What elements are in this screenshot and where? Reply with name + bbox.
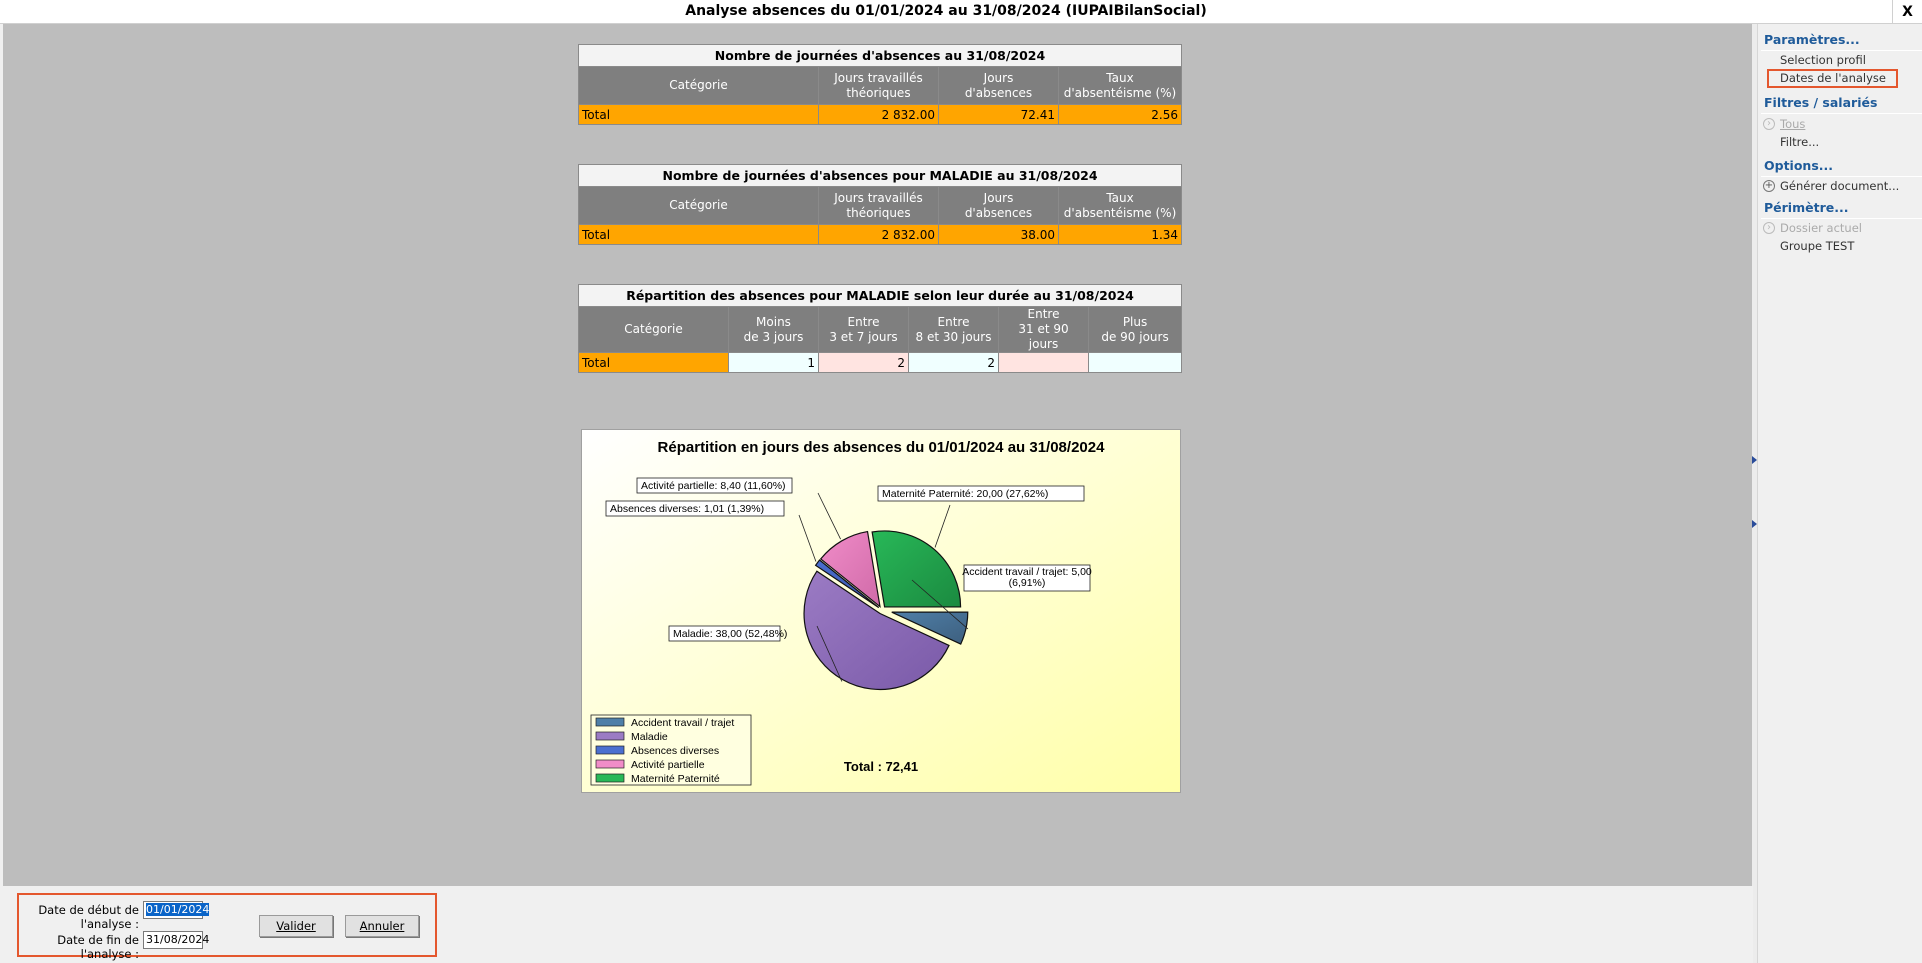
column-header: Jours d'absences [938,66,1059,105]
analysis-dates-link[interactable]: Dates de l'analyse [1780,71,1886,85]
validate-button[interactable]: Valider [259,915,333,937]
window-title-bar: Analyse absences du 01/01/2024 au 31/08/… [0,0,1922,24]
column-header: Moins de 3 jours [728,306,819,353]
legend-swatch [595,731,625,741]
all-employees-link[interactable]: Tous [1780,117,1805,131]
column-header: Jours travaillés théoriques [818,186,939,225]
end-date-label: Date de fin de l'analyse : [57,933,139,961]
close-button[interactable]: X [1892,0,1922,24]
slice-label-text: Maternité Paternité: 20,00 (27,62%) [882,488,1048,500]
total-cell [1087,352,1183,373]
params-section-title[interactable]: Paramètres... [1764,32,1860,47]
total-cell: 2.56 [1058,104,1182,125]
cancel-button[interactable]: Annuler [345,915,419,937]
end-date-input[interactable]: 31/08/2024 [143,931,209,949]
total-label: Total [578,104,819,125]
column-header: Catégorie [578,306,729,353]
date-range-box: Date de début de l'analyse : 01/01/2024 … [17,893,437,961]
column-header: Entre 31 et 90 jours [998,306,1089,353]
total-label: Total [578,224,819,245]
table-caption: Nombre de journées d'absences pour MALAD… [577,164,1183,187]
slice-label-text: Maladie: 38,00 (52,48%) [673,628,787,640]
legend-label: Accident travail / trajet [631,717,734,729]
cancel-label: Annuler [359,919,405,933]
selection-profile-link[interactable]: Selection profil [1780,53,1866,67]
play-circle-icon: › [1763,118,1775,130]
validate-label: Valider [276,919,316,933]
total-cell: 1.34 [1057,224,1183,245]
table-caption: Répartition des absences pour MALADIE se… [577,284,1183,307]
test-group-link[interactable]: Groupe TEST [1780,239,1854,253]
column-header: Taux d'absentéisme (%) [1058,66,1182,105]
legend-swatch [595,745,625,755]
filter-link[interactable]: Filtre... [1780,135,1819,149]
generate-document-link[interactable]: Générer document... [1780,179,1899,193]
legend-label: Activité partielle [631,759,705,771]
total-cell: 72.41 [938,104,1059,125]
total-label: Total [578,352,729,373]
start-date-value: 01/01/2024 [146,903,210,916]
total-cell: 2 832.00 [818,224,939,245]
plus-circle-icon: + [1763,180,1775,192]
start-date-input[interactable]: 01/01/2024 [143,901,210,919]
column-header: Entre 3 et 7 jours [818,306,909,353]
column-header: Entre 8 et 30 jours [908,306,999,353]
legend-label: Absences diverses [631,745,719,757]
total-cell: 2 [908,352,999,373]
column-header: Jours travaillés théoriques [818,66,939,105]
total-cell: 2 [818,352,909,373]
pie-chart: Répartition en jours des absences du 01/… [581,429,1181,793]
start-date-label: Date de début de l'analyse : [38,903,139,931]
report-area: Nombre de journées d'absences au 31/08/2… [3,24,1753,886]
absences-table: Nombre de journées d'absences au 31/08/2… [578,44,1182,125]
legend-swatch [595,759,625,769]
column-header: Taux d'absentéisme (%) [1057,186,1183,225]
maladie-duration-table: Répartition des absences pour MALADIE se… [577,284,1183,373]
total-cell: 38.00 [938,224,1059,245]
legend-swatch [595,717,625,727]
play-circle-icon: › [1763,222,1775,234]
maladie-absences-table: Nombre de journées d'absences pour MALAD… [577,164,1183,245]
table-caption: Nombre de journées d'absences au 31/08/2… [578,44,1182,67]
column-header: Jours d'absences [938,186,1059,225]
column-header: Plus de 90 jours [1087,306,1183,353]
actions-sidebar: Paramètres... Selection profil Dates de … [1757,24,1922,963]
slice-label-text: Activité partielle: 8,40 (11,60%) [641,480,786,492]
filters-section-title[interactable]: Filtres / salariés [1764,95,1877,110]
column-header: Catégorie [578,66,819,105]
chart-title: Répartition en jours des absences du 01/… [658,439,1106,456]
total-cell: 1 [728,352,819,373]
column-header: Catégorie [578,186,819,225]
slice-label-text: Absences diverses: 1,01 (1,39%) [610,503,764,515]
end-date-value: 31/08/2024 [146,933,210,946]
legend-label: Maternité Paternité [631,773,720,785]
legend-swatch [595,773,625,783]
options-section-title[interactable]: Options... [1764,158,1833,173]
legend-label: Maladie [631,731,668,743]
current-folder-link[interactable]: Dossier actuel [1780,221,1862,235]
date-panel: Date de début de l'analyse : 01/01/2024 … [3,886,1753,963]
perimeter-section-title[interactable]: Périmètre... [1764,200,1848,215]
total-cell: 2 832.00 [818,104,939,125]
pie-chart-svg: Répartition en jours des absences du 01/… [582,430,1180,792]
total-cell [998,352,1089,373]
chart-total-label: Total : 72,41 [844,759,918,774]
window-title: Analyse absences du 01/01/2024 au 31/08/… [685,3,1207,19]
